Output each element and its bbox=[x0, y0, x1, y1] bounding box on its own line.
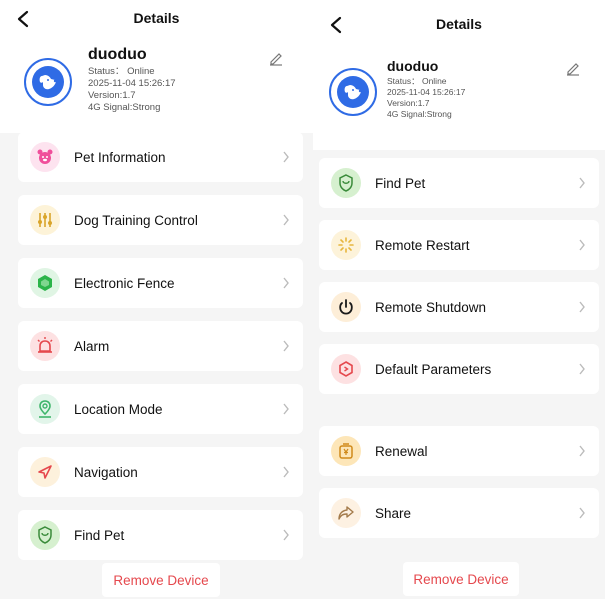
nav-bar: Details bbox=[0, 4, 313, 34]
details-screen-left: Details duoduo Status： Online 2025-11-04… bbox=[0, 0, 313, 599]
menu-item-pet-information[interactable]: Pet Information bbox=[18, 132, 303, 182]
find-pet-icon bbox=[30, 520, 60, 550]
chevron-right-icon bbox=[577, 300, 587, 314]
settings-hex-icon bbox=[331, 354, 361, 384]
share-icon bbox=[331, 498, 361, 528]
device-signal: 4G Signal:Strong bbox=[88, 102, 161, 113]
device-status: Status： Online bbox=[88, 66, 155, 77]
device-version: Version:1.7 bbox=[88, 90, 136, 101]
edit-name-button[interactable] bbox=[266, 48, 286, 68]
details-screen-right: Details duoduo Status： Online 2025-11-04… bbox=[313, 0, 605, 599]
menu-item-label: Electronic Fence bbox=[74, 275, 175, 291]
device-signal: 4G Signal:Strong bbox=[387, 109, 452, 119]
menu-item-label: Find Pet bbox=[375, 175, 426, 191]
renewal-icon bbox=[331, 436, 361, 466]
pencil-icon bbox=[567, 63, 579, 76]
menu-item-alarm[interactable]: Alarm bbox=[18, 321, 303, 371]
menu-item-dog-training-control[interactable]: Dog Training Control bbox=[18, 195, 303, 245]
menu-item-share[interactable]: Share bbox=[319, 488, 599, 538]
dog-icon bbox=[39, 75, 57, 90]
menu-item-label: Renewal bbox=[375, 443, 428, 459]
menu-item-electronic-fence[interactable]: Electronic Fence bbox=[18, 258, 303, 308]
restart-icon bbox=[331, 230, 361, 260]
menu-item-label: Dog Training Control bbox=[74, 212, 198, 228]
dog-icon bbox=[344, 85, 362, 100]
fence-icon bbox=[30, 268, 60, 298]
device-version: Version:1.7 bbox=[387, 98, 430, 108]
header-area: Details duoduo Status： Online 2025-11-04… bbox=[313, 0, 605, 150]
chevron-right-icon bbox=[577, 444, 587, 458]
menu-item-label: Pet Information bbox=[74, 149, 166, 165]
location-pin-icon bbox=[30, 394, 60, 424]
menu-item-label: Alarm bbox=[74, 338, 110, 354]
menu-item-label: Find Pet bbox=[74, 527, 125, 543]
menu-item-default-parameters[interactable]: Default Parameters bbox=[319, 344, 599, 394]
menu-item-find-pet[interactable]: Find Pet bbox=[319, 158, 599, 208]
power-icon bbox=[331, 292, 361, 322]
chevron-right-icon bbox=[281, 150, 291, 164]
avatar bbox=[24, 58, 72, 106]
find-pet-icon bbox=[331, 168, 361, 198]
menu-item-label: Share bbox=[375, 505, 412, 521]
remove-device-button[interactable]: Remove Device bbox=[102, 563, 220, 597]
nav-bar: Details bbox=[313, 10, 605, 40]
device-info: duoduo Status： Online 2025-11-04 15:26:1… bbox=[387, 58, 465, 120]
device-datetime: 2025-11-04 15:26:17 bbox=[387, 87, 466, 97]
chevron-right-icon bbox=[577, 362, 587, 376]
remove-device-button[interactable]: Remove Device bbox=[403, 562, 519, 596]
page-title: Details bbox=[133, 10, 180, 26]
menu-item-renewal[interactable]: Renewal bbox=[319, 426, 599, 476]
device-status: Status： Online bbox=[387, 76, 447, 86]
menu-item-navigation[interactable]: Navigation bbox=[18, 447, 303, 497]
chevron-right-icon bbox=[281, 339, 291, 353]
menu-item-remote-restart[interactable]: Remote Restart bbox=[319, 220, 599, 270]
menu-item-location-mode[interactable]: Location Mode bbox=[18, 384, 303, 434]
chevron-right-icon bbox=[577, 238, 587, 252]
navigation-arrow-icon bbox=[30, 457, 60, 487]
chevron-right-icon bbox=[281, 528, 291, 542]
device-name: duoduo bbox=[387, 58, 439, 74]
chevron-right-icon bbox=[281, 276, 291, 290]
header-area: Details duoduo Status： Online 2025-11-04… bbox=[0, 0, 313, 133]
menu-item-label: Default Parameters bbox=[375, 361, 492, 377]
chevron-right-icon bbox=[281, 402, 291, 416]
chevron-right-icon bbox=[577, 176, 587, 190]
device-info: duoduo Status： Online 2025-11-04 15:26:1… bbox=[88, 46, 176, 114]
avatar bbox=[329, 68, 377, 116]
chevron-right-icon bbox=[281, 465, 291, 479]
pencil-icon bbox=[270, 53, 282, 66]
pet-face-icon bbox=[30, 142, 60, 172]
menu-item-label: Location Mode bbox=[74, 401, 163, 417]
sliders-icon bbox=[30, 205, 60, 235]
menu-item-find-pet[interactable]: Find Pet bbox=[18, 510, 303, 560]
chevron-right-icon bbox=[281, 213, 291, 227]
menu-item-remote-shutdown[interactable]: Remote Shutdown bbox=[319, 282, 599, 332]
alarm-icon bbox=[30, 331, 60, 361]
menu-item-label: Remote Shutdown bbox=[375, 299, 487, 315]
menu-item-label: Remote Restart bbox=[375, 237, 470, 253]
menu-item-label: Navigation bbox=[74, 464, 138, 480]
device-name: duoduo bbox=[88, 46, 147, 63]
page-title: Details bbox=[436, 16, 482, 32]
device-datetime: 2025-11-04 15:26:17 bbox=[88, 78, 176, 89]
chevron-right-icon bbox=[577, 506, 587, 520]
edit-name-button[interactable] bbox=[563, 58, 583, 78]
